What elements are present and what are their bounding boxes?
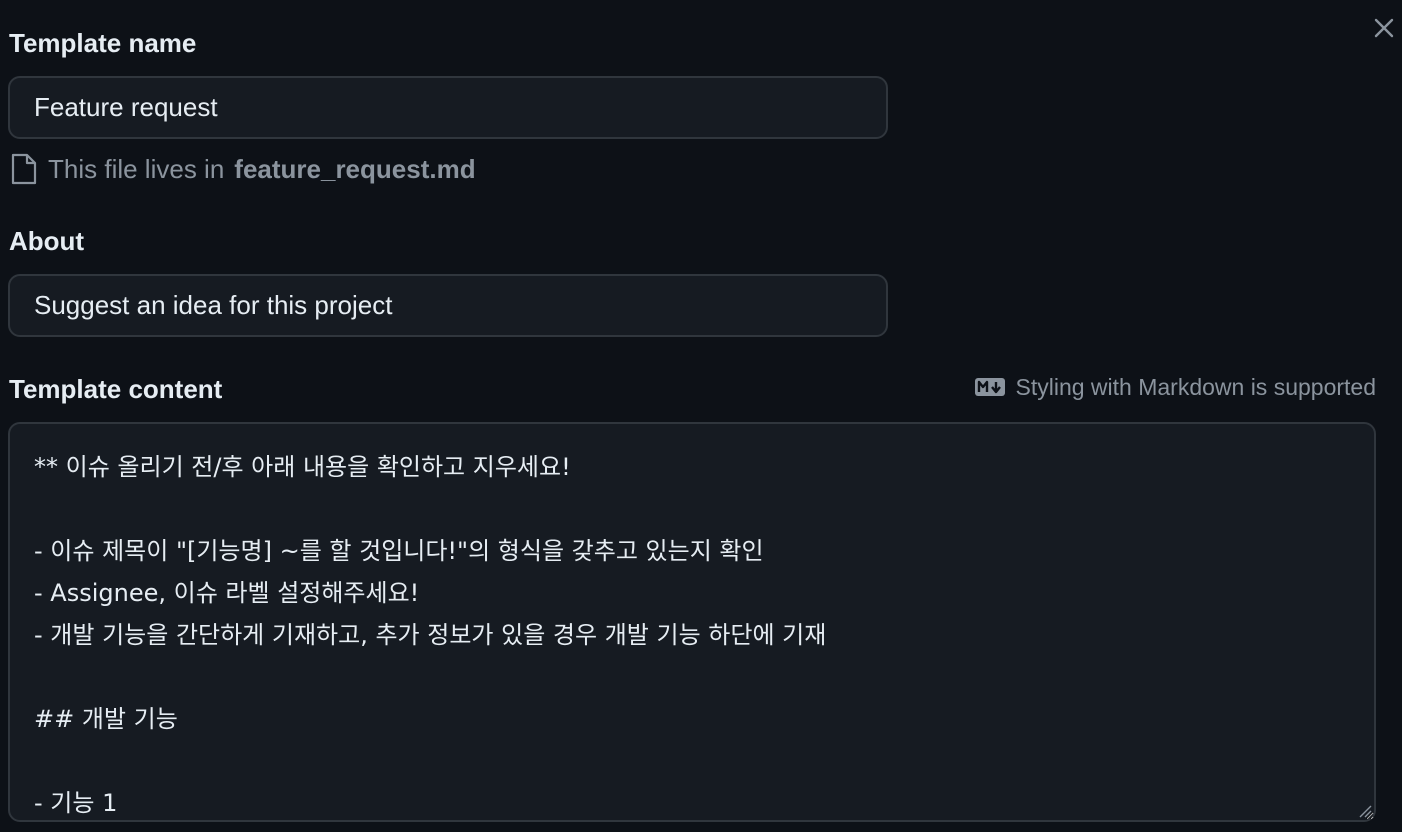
template-name-label: Template name <box>9 28 197 58</box>
template-editor-panel: Template name This file lives in feature… <box>0 0 1402 832</box>
close-icon <box>1374 18 1394 38</box>
about-input[interactable] <box>8 274 888 337</box>
close-button[interactable] <box>1370 14 1398 42</box>
template-content-label: Template content <box>9 374 223 404</box>
file-location-prefix: This file lives in <box>48 153 225 184</box>
resize-handle-icon[interactable] <box>1356 802 1372 818</box>
file-location-note: This file lives in feature_request.md <box>10 152 476 186</box>
markdown-hint[interactable]: Styling with Markdown is supported <box>974 372 1377 402</box>
template-content-textarea[interactable] <box>8 422 1376 822</box>
file-icon <box>11 153 37 185</box>
file-location-filename: feature_request.md <box>234 153 476 184</box>
about-label: About <box>9 226 85 256</box>
template-name-input[interactable] <box>8 76 888 139</box>
markdown-icon <box>974 378 1005 396</box>
markdown-hint-text: Styling with Markdown is supported <box>1015 373 1377 400</box>
